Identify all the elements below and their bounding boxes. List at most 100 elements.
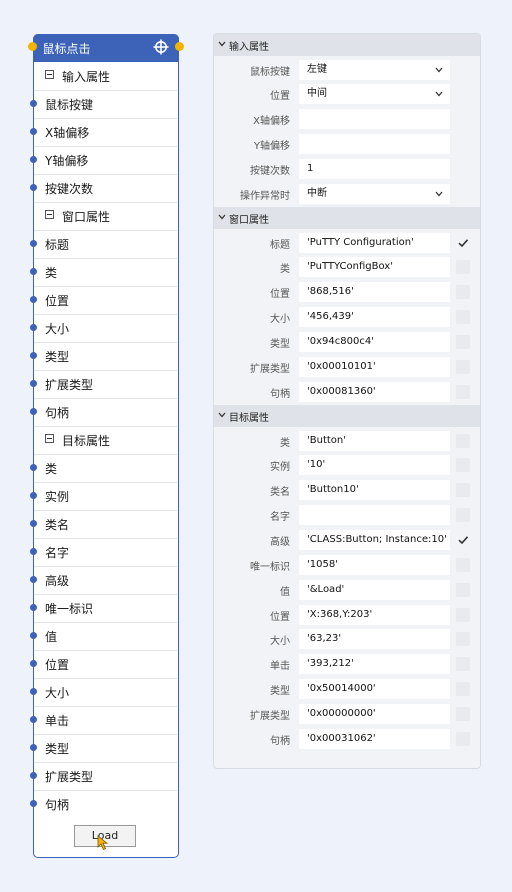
- input-port[interactable]: [30, 407, 37, 415]
- property-input[interactable]: [299, 109, 450, 130]
- property-input[interactable]: '0x00000000': [299, 703, 450, 724]
- node-input-row[interactable]: 高级: [30, 566, 177, 594]
- input-port[interactable]: [30, 575, 37, 583]
- node-input-row[interactable]: 类: [30, 258, 177, 286]
- property-input[interactable]: '0x50014000': [299, 679, 450, 700]
- property-input[interactable]: 'Button10': [299, 480, 450, 501]
- input-port[interactable]: [30, 799, 37, 807]
- property-checkbox[interactable]: [456, 557, 470, 572]
- chevron-down-icon[interactable]: [435, 91, 443, 97]
- property-checkbox[interactable]: [456, 706, 470, 721]
- property-checkbox[interactable]: [456, 335, 470, 349]
- input-port[interactable]: [30, 155, 37, 163]
- property-checkbox[interactable]: [456, 236, 470, 250]
- property-input[interactable]: [299, 134, 450, 155]
- property-checkbox[interactable]: [456, 285, 470, 300]
- property-input[interactable]: 'Button': [299, 430, 450, 451]
- minus-box-icon[interactable]: [45, 69, 54, 79]
- property-input[interactable]: 1: [299, 158, 450, 179]
- property-dropdown[interactable]: 中断: [299, 183, 450, 204]
- property-checkbox[interactable]: [456, 433, 470, 448]
- property-dropdown[interactable]: 左键: [299, 59, 450, 80]
- node-input-row[interactable]: 按键次数: [30, 174, 177, 202]
- input-port[interactable]: [30, 183, 37, 191]
- node-input-row[interactable]: 句柄: [30, 398, 177, 426]
- node-input-row[interactable]: 类: [30, 454, 177, 482]
- node-input-row[interactable]: 实例: [30, 482, 177, 510]
- crosshair-icon[interactable]: [153, 39, 169, 55]
- node-header[interactable]: 鼠标点击: [27, 33, 184, 62]
- section-header[interactable]: 目标属性: [214, 405, 480, 428]
- input-port[interactable]: [30, 295, 37, 303]
- node-input-row[interactable]: 标题: [30, 230, 177, 258]
- property-dropdown[interactable]: 中间: [299, 84, 450, 105]
- node-input-row[interactable]: 位置: [30, 286, 177, 314]
- node-input-row[interactable]: 句柄: [30, 790, 177, 818]
- minus-box-icon[interactable]: [45, 433, 54, 443]
- property-checkbox[interactable]: [456, 607, 470, 622]
- property-input[interactable]: '1058': [299, 554, 450, 575]
- input-port[interactable]: [30, 127, 37, 135]
- node-input-row[interactable]: 扩展类型: [30, 370, 177, 398]
- input-port[interactable]: [30, 743, 37, 751]
- node-input-row[interactable]: Y轴偏移: [30, 146, 177, 174]
- property-checkbox[interactable]: [456, 682, 470, 697]
- input-port[interactable]: [30, 491, 37, 499]
- node-group-header[interactable]: 目标属性: [34, 426, 177, 454]
- node-input-row[interactable]: 名字: [30, 538, 177, 566]
- input-port[interactable]: [30, 351, 37, 359]
- node-input-row[interactable]: 鼠标按键: [30, 90, 177, 118]
- input-port[interactable]: [30, 631, 37, 639]
- input-port[interactable]: [30, 463, 37, 471]
- property-checkbox[interactable]: [456, 359, 470, 374]
- property-input[interactable]: '10': [299, 455, 450, 476]
- node-input-row[interactable]: 位置: [30, 650, 177, 678]
- node-input-row[interactable]: 大小: [30, 314, 177, 342]
- property-checkbox[interactable]: [456, 731, 470, 746]
- chevron-down-icon[interactable]: [218, 41, 226, 47]
- node-input-row[interactable]: 扩展类型: [30, 762, 177, 790]
- node-input-row[interactable]: 类型: [30, 342, 177, 370]
- property-checkbox[interactable]: [456, 508, 470, 523]
- input-port[interactable]: [30, 659, 37, 667]
- input-port[interactable]: [30, 379, 37, 387]
- node-group-header[interactable]: 输入属性: [34, 62, 177, 90]
- property-input[interactable]: '0x94c800c4': [299, 332, 450, 352]
- property-input[interactable]: '&Load': [299, 579, 450, 600]
- chevron-down-icon[interactable]: [435, 191, 443, 197]
- chevron-down-icon[interactable]: [218, 412, 226, 418]
- property-input[interactable]: '456,439': [299, 307, 450, 328]
- input-flow-port[interactable]: [27, 41, 37, 51]
- input-port[interactable]: [30, 239, 37, 247]
- property-checkbox[interactable]: [456, 260, 470, 275]
- property-checkbox[interactable]: [456, 533, 470, 547]
- section-header[interactable]: 输入属性: [214, 34, 480, 56]
- node-input-row[interactable]: X轴偏移: [30, 118, 177, 146]
- property-input[interactable]: '0x00031062': [299, 728, 450, 749]
- property-input[interactable]: 'PuTTYConfigBox': [299, 257, 450, 278]
- property-checkbox[interactable]: [456, 310, 470, 325]
- property-checkbox[interactable]: [456, 632, 470, 647]
- mouse-click-node[interactable]: 鼠标点击 输入属性 鼠标按键 X轴偏移 Y轴偏移 按键次数 窗口属性 标题类位置 大小 类型 扩展…: [27, 33, 184, 858]
- node-input-row[interactable]: 唯一标识: [30, 594, 177, 622]
- output-flow-port[interactable]: [174, 41, 184, 51]
- input-port[interactable]: [30, 323, 37, 331]
- property-checkbox[interactable]: [456, 657, 470, 672]
- node-input-row[interactable]: 值: [30, 622, 177, 650]
- property-input[interactable]: 'X:368,Y:203': [299, 604, 450, 625]
- property-input[interactable]: 'CLASS:Button; Instance:10': [299, 529, 450, 550]
- property-input[interactable]: '868,516': [299, 282, 450, 303]
- property-input[interactable]: '63,23': [299, 629, 450, 650]
- node-input-row[interactable]: 类型: [30, 734, 177, 762]
- property-checkbox[interactable]: [456, 483, 470, 498]
- node-input-row[interactable]: 大小: [30, 678, 177, 706]
- property-checkbox[interactable]: [456, 458, 470, 473]
- property-input[interactable]: [299, 505, 450, 526]
- input-port[interactable]: [30, 547, 37, 555]
- input-port[interactable]: [30, 99, 37, 107]
- input-port[interactable]: [30, 519, 37, 527]
- input-port[interactable]: [30, 603, 37, 611]
- input-port[interactable]: [30, 687, 37, 695]
- input-port[interactable]: [30, 267, 37, 275]
- section-header[interactable]: 窗口属性: [214, 207, 480, 230]
